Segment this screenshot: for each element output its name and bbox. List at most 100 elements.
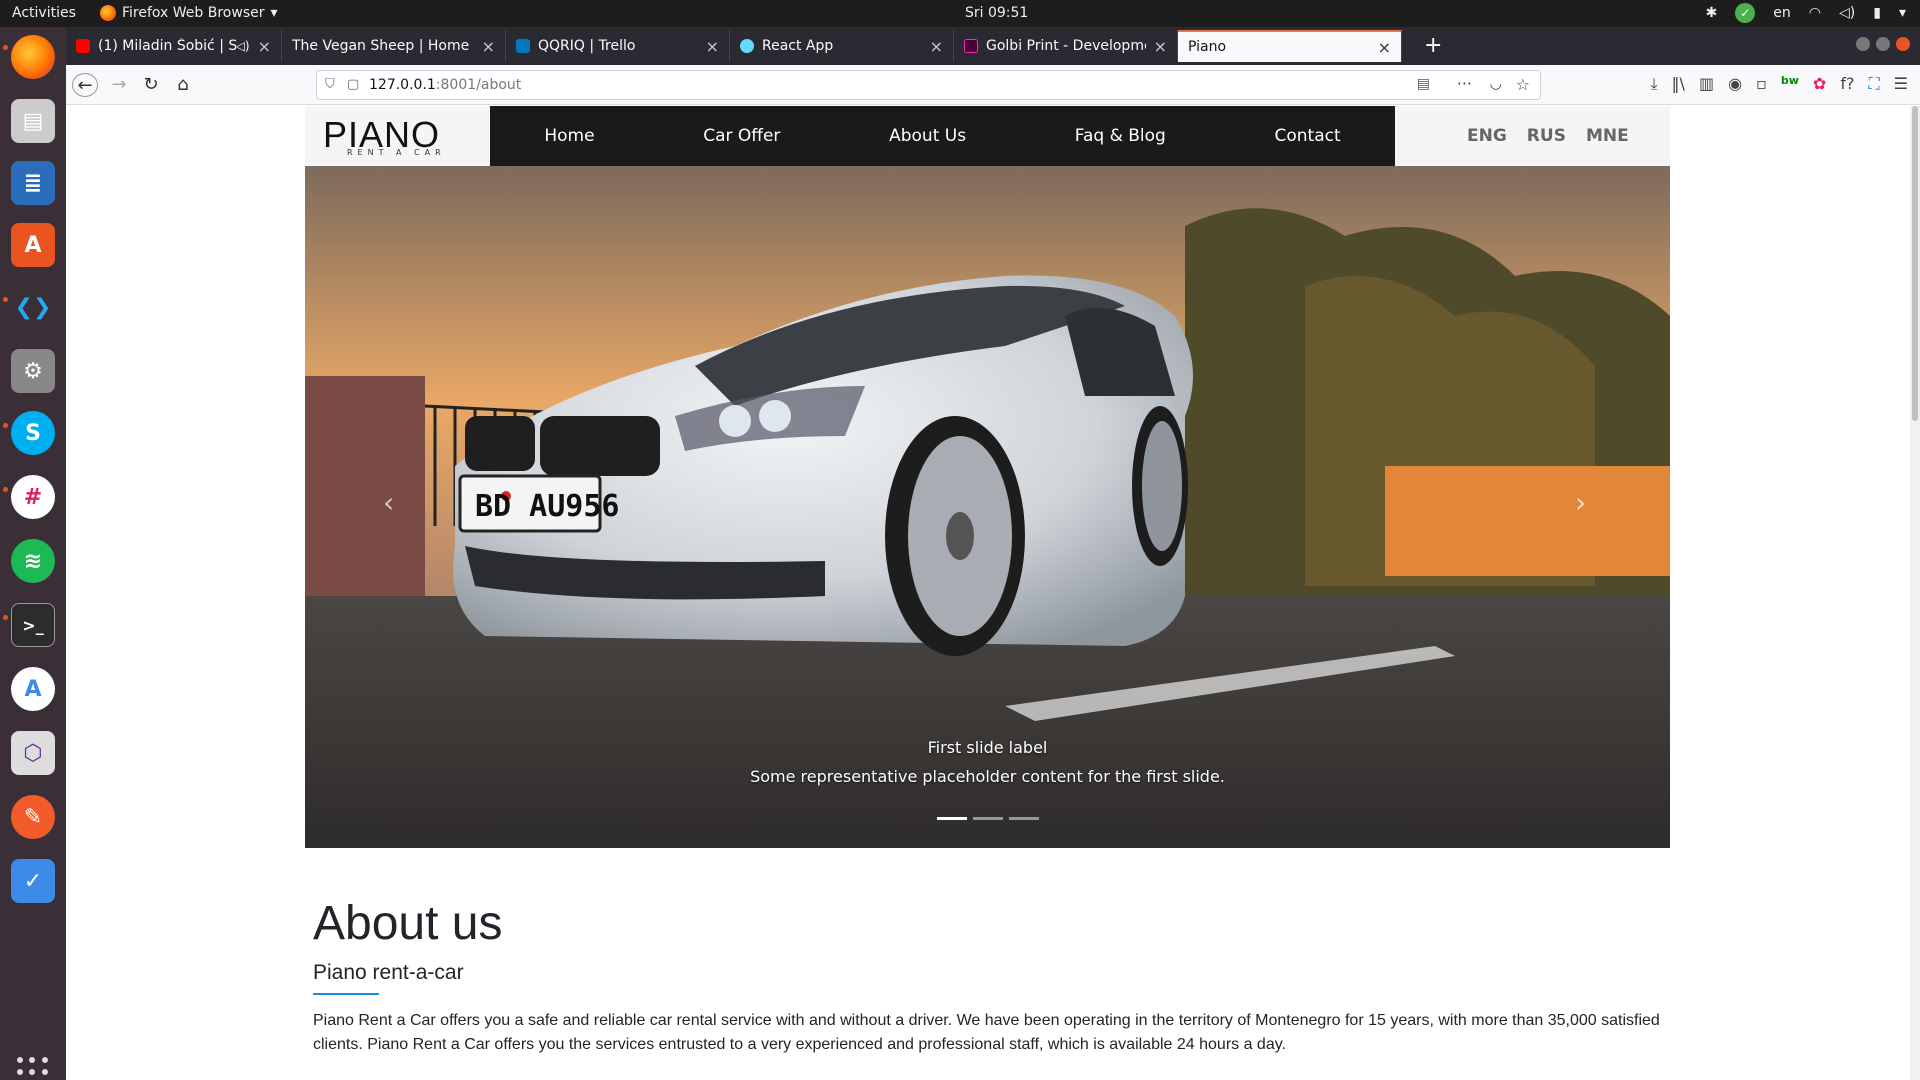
minimize-button[interactable] bbox=[1856, 37, 1870, 51]
checkmark-tray-icon[interactable]: ✓ bbox=[1735, 3, 1756, 23]
tab-label: React App bbox=[762, 38, 834, 54]
spotify-icon[interactable]: ≋ bbox=[11, 539, 55, 583]
volume-icon[interactable]: ◁) bbox=[1839, 5, 1855, 21]
app-menu-label: Firefox Web Browser bbox=[122, 5, 265, 21]
clock[interactable]: Sri 09:51 bbox=[965, 5, 1028, 21]
new-tab-button[interactable]: + bbox=[1424, 33, 1442, 58]
speaker-icon[interactable]: ◁) bbox=[236, 39, 250, 53]
chevron-down-icon[interactable]: ▾ bbox=[1899, 5, 1906, 21]
files-icon[interactable]: ▤ bbox=[11, 99, 55, 143]
tasks-icon[interactable]: ✓ bbox=[11, 859, 55, 903]
wifi-icon[interactable]: ◠ bbox=[1809, 5, 1821, 21]
page-scrollbar[interactable] bbox=[1910, 106, 1920, 1080]
reload-button[interactable]: ↻ bbox=[138, 73, 164, 97]
carousel-indicator-2[interactable] bbox=[973, 817, 1003, 820]
carousel-prev-icon[interactable]: ‹ bbox=[383, 486, 394, 519]
terminal-icon[interactable]: >_ bbox=[11, 603, 55, 647]
scrollbar-thumb[interactable] bbox=[1912, 106, 1918, 421]
lang-rus[interactable]: RUS bbox=[1527, 126, 1566, 146]
site-header: PIANO RENT A CAR Home Car Offer About Us… bbox=[305, 106, 1670, 166]
reader-view-icon[interactable]: ▤ bbox=[1417, 76, 1430, 92]
logo-tagline: RENT A CAR bbox=[347, 148, 446, 157]
logo[interactable]: PIANO RENT A CAR bbox=[305, 106, 490, 166]
tab-youtube[interactable]: (1) Miladin Šobić | Sve ◁) × bbox=[66, 30, 282, 62]
account-icon[interactable]: ◉ bbox=[1728, 74, 1742, 94]
ubuntu-dock: ▤ ≣ A ❮❯ ⚙ S # ≋ >_ A ⬡ ✎ ✓ bbox=[0, 27, 66, 1080]
maximize-button[interactable] bbox=[1876, 37, 1890, 51]
android-studio-icon[interactable]: A bbox=[11, 667, 55, 711]
page-viewport: PIANO RENT A CAR Home Car Offer About Us… bbox=[66, 106, 1920, 1080]
page-actions-icon[interactable]: ··· bbox=[1457, 74, 1472, 93]
carousel-next-icon[interactable]: › bbox=[1575, 486, 1586, 519]
show-applications-icon[interactable] bbox=[17, 1057, 49, 1080]
downloads-icon[interactable]: ⤓ bbox=[1650, 74, 1657, 94]
sidebar-icon[interactable]: ▥ bbox=[1699, 74, 1714, 94]
lang-eng[interactable]: ENG bbox=[1467, 126, 1507, 146]
lang-mne[interactable]: MNE bbox=[1586, 126, 1629, 146]
url-bar[interactable]: ⛉ ▢ 127.0.0.1:8001/about ▤ ··· ◡ ☆ bbox=[316, 70, 1541, 100]
pocket-icon[interactable]: ◡ bbox=[1490, 76, 1502, 92]
nav-about-us[interactable]: About Us bbox=[889, 126, 966, 146]
firefox-icon[interactable] bbox=[11, 35, 55, 79]
about-section: About us Piano rent-a-car Piano Rent a C… bbox=[313, 896, 1668, 1057]
forward-button[interactable]: → bbox=[106, 73, 132, 97]
carousel-indicator-3[interactable] bbox=[1009, 817, 1039, 820]
url-text[interactable]: 127.0.0.1:8001/about bbox=[369, 77, 521, 93]
running-indicator bbox=[3, 297, 8, 302]
color-picker-icon[interactable]: ✿ bbox=[1813, 74, 1826, 94]
postman-icon[interactable]: ✎ bbox=[11, 795, 55, 839]
screenshot-icon[interactable]: ⛶ bbox=[1868, 74, 1879, 94]
slack-icon[interactable]: # bbox=[11, 475, 55, 519]
close-window-button[interactable] bbox=[1896, 37, 1910, 51]
menu-icon[interactable]: ☰ bbox=[1894, 74, 1908, 94]
xd-icon bbox=[964, 39, 978, 53]
carousel-caption-text: Some representative placeholder content … bbox=[750, 767, 1225, 786]
bookmark-star-icon[interactable]: ☆ bbox=[1516, 75, 1530, 94]
close-tab-icon[interactable]: × bbox=[1378, 38, 1391, 57]
nav-contact[interactable]: Contact bbox=[1275, 126, 1341, 146]
about-heading: About us bbox=[313, 897, 503, 950]
nav-faq-blog[interactable]: Faq & Blog bbox=[1075, 126, 1166, 146]
font-finder-icon[interactable]: f? bbox=[1840, 74, 1854, 94]
extension-icon[interactable]: ▫ bbox=[1756, 74, 1767, 94]
site: PIANO RENT A CAR Home Car Offer About Us… bbox=[305, 106, 1670, 1053]
extension-bw-icon[interactable]: bw bbox=[1781, 74, 1799, 94]
settings-icon[interactable]: ⚙ bbox=[11, 349, 55, 393]
tab-react-app[interactable]: React App × bbox=[730, 30, 954, 62]
tab-trello[interactable]: QQRIQ | Trello × bbox=[506, 30, 730, 62]
shield-icon[interactable]: ⛉ bbox=[325, 77, 335, 92]
slack-tray-icon[interactable]: ✱ bbox=[1706, 5, 1718, 21]
tab-vegan-sheep[interactable]: The Vegan Sheep | Home × bbox=[282, 30, 506, 62]
page-info-icon[interactable]: ▢ bbox=[347, 77, 359, 92]
tab-golbi-print[interactable]: Golbi Print - Developme × bbox=[954, 30, 1178, 62]
vscode-icon[interactable]: ❮❯ bbox=[11, 285, 55, 329]
home-button[interactable]: ⌂ bbox=[170, 73, 196, 97]
nav-car-offer[interactable]: Car Offer bbox=[703, 126, 780, 146]
chevron-down-icon: ▾ bbox=[270, 5, 278, 21]
license-plate-text: BD AU956 bbox=[475, 489, 620, 524]
trello-icon bbox=[516, 39, 530, 53]
close-tab-icon[interactable]: × bbox=[258, 37, 271, 56]
back-button[interactable]: ← bbox=[72, 73, 98, 97]
close-tab-icon[interactable]: × bbox=[482, 37, 495, 56]
writer-icon[interactable]: ≣ bbox=[11, 161, 55, 205]
hero-carousel: BD AU956 ‹ › First slide label Some repr… bbox=[305, 166, 1670, 848]
language-indicator[interactable]: en bbox=[1773, 5, 1791, 21]
tab-piano[interactable]: Piano × bbox=[1178, 30, 1402, 62]
close-tab-icon[interactable]: × bbox=[1154, 37, 1167, 56]
main-nav: Home Car Offer About Us Faq & Blog Conta… bbox=[490, 106, 1395, 166]
running-indicator bbox=[3, 423, 8, 428]
virtualbox-icon[interactable]: ⬡ bbox=[11, 731, 55, 775]
close-tab-icon[interactable]: × bbox=[930, 37, 943, 56]
skype-icon[interactable]: S bbox=[11, 411, 55, 455]
library-icon[interactable]: ‖\ bbox=[1672, 74, 1685, 94]
carousel-indicator-1[interactable] bbox=[937, 817, 967, 820]
close-tab-icon[interactable]: × bbox=[706, 37, 719, 56]
nav-home[interactable]: Home bbox=[544, 126, 594, 146]
app-menu[interactable]: Firefox Web Browser ▾ bbox=[100, 5, 278, 21]
activities-button[interactable]: Activities bbox=[12, 5, 76, 21]
tab-label: QQRIQ | Trello bbox=[538, 38, 636, 54]
firefox-icon bbox=[100, 5, 116, 21]
software-center-icon[interactable]: A bbox=[11, 223, 55, 267]
battery-icon[interactable]: ▮ bbox=[1873, 5, 1881, 21]
